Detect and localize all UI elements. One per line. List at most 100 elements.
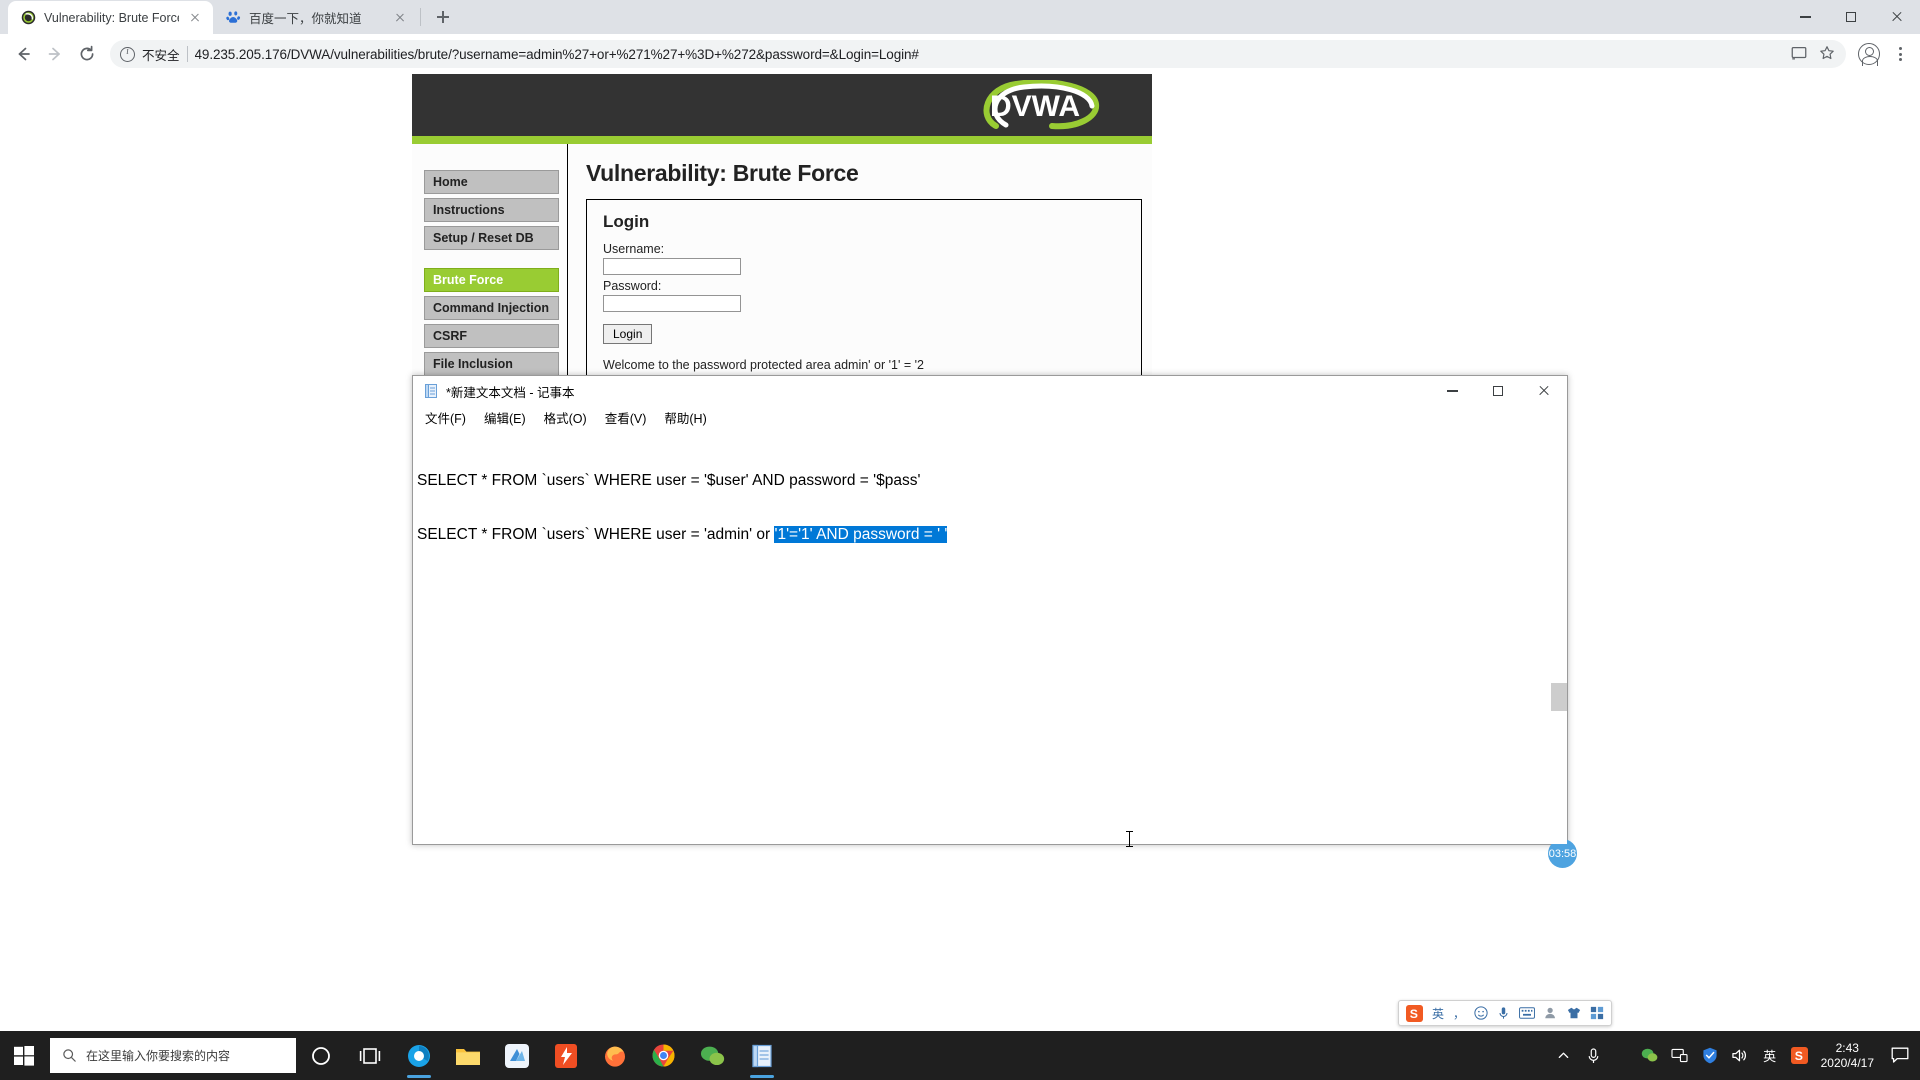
screen: Vulnerability: Brute Force :: Da 百度一下，你就… bbox=[0, 0, 1920, 1080]
dvwa-favicon-icon bbox=[20, 10, 36, 26]
show-hidden-icons-button[interactable] bbox=[1549, 1031, 1579, 1080]
username-label: Username: bbox=[603, 242, 665, 256]
browser-window-controls bbox=[1782, 0, 1920, 34]
notepad-window-controls bbox=[1429, 376, 1567, 406]
login-heading: Login bbox=[603, 212, 650, 231]
task-view-icon[interactable] bbox=[345, 1031, 394, 1080]
close-icon[interactable] bbox=[187, 10, 203, 26]
notepad-line: SELECT * FROM `users` WHERE user = 'admi… bbox=[417, 526, 1567, 544]
close-window-button[interactable] bbox=[1874, 0, 1920, 34]
browser-tab-title: Vulnerability: Brute Force :: Da bbox=[44, 10, 179, 25]
notepad-title-bar[interactable]: *新建文本文档 - 记事本 bbox=[413, 376, 1567, 406]
menu-format[interactable]: 格式(O) bbox=[544, 408, 587, 427]
profile-avatar-icon[interactable] bbox=[1854, 39, 1884, 69]
foxmail-icon[interactable] bbox=[492, 1031, 541, 1080]
svg-text:S: S bbox=[1410, 1007, 1418, 1021]
sogou-ime-toolbar: S 英 ， bbox=[1398, 1000, 1613, 1026]
address-bar[interactable]: 不安全 49.235.205.176/DVWA/vulnerabilities/… bbox=[110, 40, 1846, 68]
browser-tab-inactive[interactable]: 百度一下，你就知道 bbox=[213, 1, 418, 34]
ime-english-icon[interactable]: 英 bbox=[1755, 1031, 1785, 1080]
clock-time: 2:43 bbox=[1835, 1040, 1859, 1055]
cortana-icon[interactable] bbox=[296, 1031, 345, 1080]
text-cursor-icon bbox=[1126, 831, 1133, 847]
tab-divider bbox=[420, 8, 421, 26]
notepad-title-text: *新建文本文档 - 记事本 bbox=[446, 385, 575, 400]
menu-view[interactable]: 查看(V) bbox=[605, 408, 647, 427]
svg-text:DVWA: DVWA bbox=[990, 90, 1080, 123]
browser-icon[interactable] bbox=[394, 1031, 443, 1080]
sogou-tray-icon[interactable]: S bbox=[1785, 1031, 1815, 1080]
login-button[interactable]: Login bbox=[603, 324, 653, 344]
notepad-minimize-button[interactable] bbox=[1429, 376, 1475, 406]
voice-input-icon[interactable] bbox=[1497, 1006, 1510, 1020]
security-status-label: 不安全 bbox=[142, 48, 180, 63]
wechat-tray-icon[interactable] bbox=[1635, 1031, 1665, 1080]
clock-date: 2020/4/17 bbox=[1820, 1055, 1874, 1070]
browser-tab-active[interactable]: Vulnerability: Brute Force :: Da bbox=[8, 1, 213, 34]
sogou-logo-icon[interactable]: S bbox=[1406, 1004, 1423, 1022]
username-input[interactable] bbox=[603, 258, 741, 275]
notepad-text-area[interactable]: SELECT * FROM `users` WHERE user = '$use… bbox=[413, 428, 1567, 580]
minimize-button[interactable] bbox=[1782, 0, 1828, 34]
volume-icon[interactable] bbox=[1725, 1031, 1755, 1080]
input-mode-english-icon[interactable]: 英 bbox=[1432, 1005, 1444, 1022]
notepad-close-button[interactable] bbox=[1521, 376, 1567, 406]
sidebar-item-instructions[interactable]: Instructions bbox=[424, 198, 559, 222]
info-circle-icon[interactable] bbox=[120, 46, 135, 62]
sql-line-1: SELECT * FROM `users` WHERE user = '$use… bbox=[417, 472, 921, 489]
soft-keyboard-icon[interactable] bbox=[1519, 1007, 1535, 1019]
security-shield-icon[interactable] bbox=[1695, 1031, 1725, 1080]
notepad-scrollbar[interactable] bbox=[1551, 428, 1567, 844]
baidu-favicon-icon bbox=[225, 10, 241, 26]
password-label: Password: bbox=[603, 279, 662, 293]
notepad-icon[interactable] bbox=[737, 1031, 786, 1080]
chrome-menu-icon[interactable] bbox=[1888, 42, 1912, 66]
notepad-window: *新建文本文档 - 记事本 文件(F) 编辑(E) 格式(O) 查看(V) 帮助… bbox=[412, 375, 1577, 868]
back-button[interactable] bbox=[8, 39, 38, 69]
menu-edit[interactable]: 编辑(E) bbox=[484, 408, 526, 427]
menu-help[interactable]: 帮助(H) bbox=[664, 408, 706, 427]
forward-button[interactable] bbox=[40, 39, 70, 69]
windows-taskbar: 在这里输入你要搜索的内容 英 S 2:43 2020/4/17 bbox=[0, 1031, 1920, 1080]
dvwa-accent-bar bbox=[412, 136, 1152, 144]
firefox-icon[interactable] bbox=[590, 1031, 639, 1080]
sql-line-2-selection: '1'='1' AND password = ' ' bbox=[774, 526, 948, 543]
sidebar-item-home[interactable]: Home bbox=[424, 170, 559, 194]
skin-icon[interactable] bbox=[1567, 1006, 1581, 1020]
scrollbar-thumb[interactable] bbox=[1551, 683, 1567, 711]
punctuation-icon[interactable]: ， bbox=[1453, 1005, 1465, 1022]
bookmark-star-icon[interactable] bbox=[1818, 44, 1836, 65]
notepad-maximize-button[interactable] bbox=[1475, 376, 1521, 406]
menu-file[interactable]: 文件(F) bbox=[425, 408, 466, 427]
action-center-icon[interactable] bbox=[1884, 1031, 1916, 1080]
thunder-icon[interactable] bbox=[541, 1031, 590, 1080]
cast-icon[interactable] bbox=[1790, 44, 1808, 65]
emoji-icon[interactable] bbox=[1474, 1006, 1488, 1020]
new-tab-button[interactable] bbox=[429, 3, 457, 31]
sidebar-item-command-injection[interactable]: Command Injection bbox=[424, 296, 559, 320]
user-icon[interactable] bbox=[1544, 1006, 1558, 1020]
sidebar-item-brute-force[interactable]: Brute Force bbox=[424, 268, 559, 292]
svg-text:S: S bbox=[1795, 1049, 1803, 1063]
sidebar-item-file-inclusion[interactable]: File Inclusion bbox=[424, 352, 559, 376]
close-icon[interactable] bbox=[392, 10, 408, 26]
file-explorer-icon[interactable] bbox=[443, 1031, 492, 1080]
sidebar-item-csrf[interactable]: CSRF bbox=[424, 324, 559, 348]
wechat-icon[interactable] bbox=[688, 1031, 737, 1080]
page-title: Vulnerability: Brute Force bbox=[586, 160, 859, 186]
tab-strip: Vulnerability: Brute Force :: Da 百度一下，你就… bbox=[0, 0, 1920, 34]
maximize-button[interactable] bbox=[1828, 0, 1874, 34]
microphone-icon[interactable] bbox=[1579, 1031, 1609, 1080]
chrome-icon[interactable] bbox=[639, 1031, 688, 1080]
dvwa-header: DVWA bbox=[412, 74, 1152, 136]
taskbar-search-box[interactable]: 在这里输入你要搜索的内容 bbox=[50, 1038, 296, 1073]
start-button[interactable] bbox=[0, 1031, 48, 1080]
reload-button[interactable] bbox=[72, 39, 102, 69]
taskbar-clock[interactable]: 2:43 2020/4/17 bbox=[1815, 1041, 1884, 1071]
sidebar-item-setup-reset-db[interactable]: Setup / Reset DB bbox=[424, 226, 559, 250]
omnibox-divider bbox=[186, 46, 188, 62]
network-icon[interactable] bbox=[1665, 1031, 1695, 1080]
password-input[interactable] bbox=[603, 295, 741, 312]
toolbox-icon[interactable] bbox=[1590, 1006, 1604, 1020]
